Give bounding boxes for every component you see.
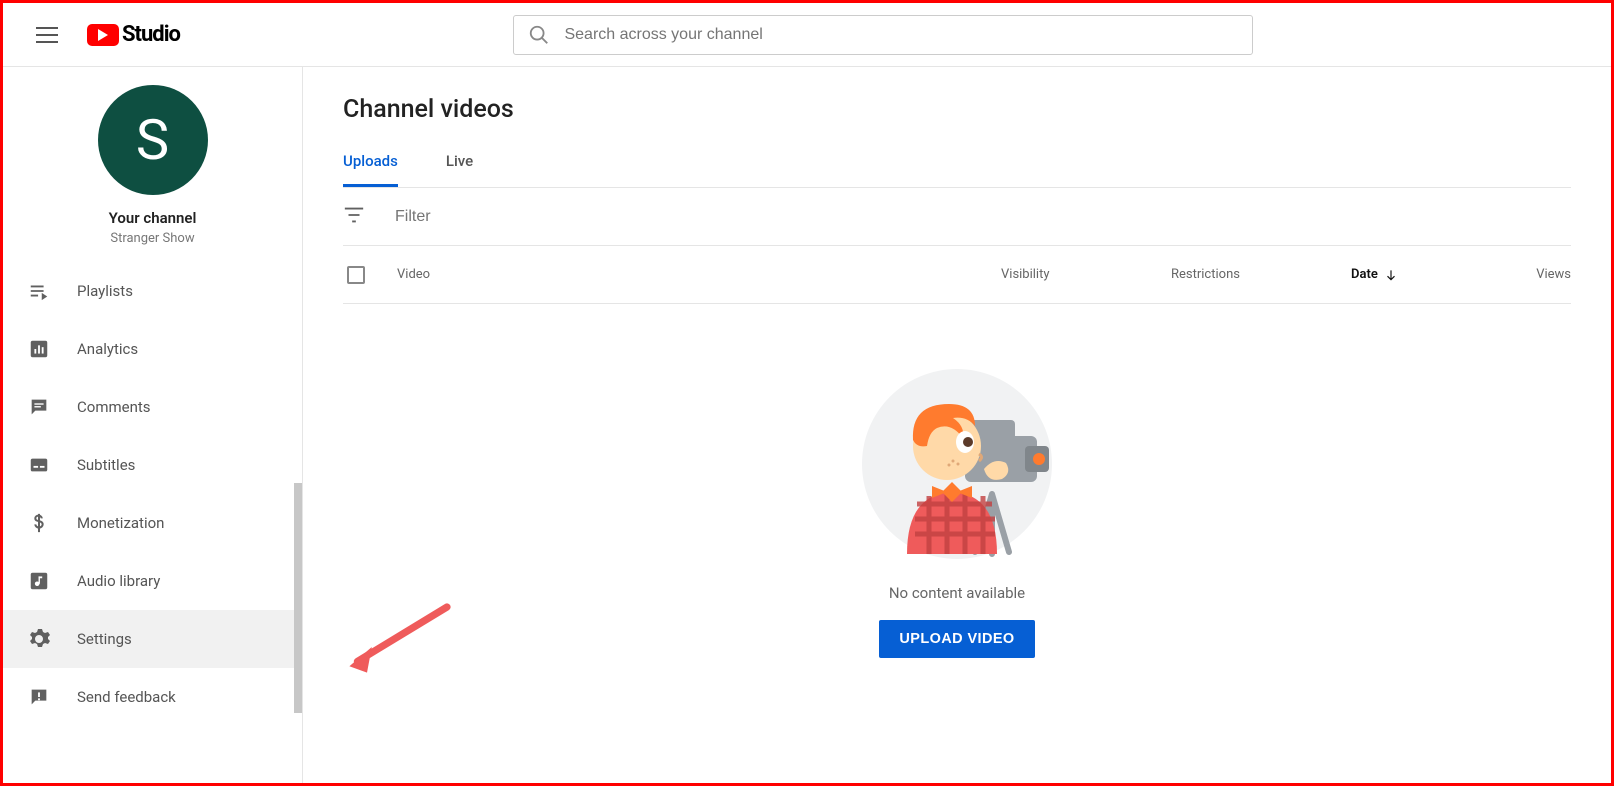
sidebar: S Your channel Stranger Show Playlists A… bbox=[3, 67, 303, 783]
table-header: Video Visibility Restrictions Date Views bbox=[343, 246, 1571, 304]
column-visibility[interactable]: Visibility bbox=[1001, 267, 1171, 282]
sidebar-item-label: Audio library bbox=[77, 572, 160, 590]
channel-avatar[interactable]: S bbox=[98, 85, 208, 195]
hamburger-menu-button[interactable] bbox=[27, 15, 67, 55]
empty-message: No content available bbox=[889, 584, 1025, 602]
sidebar-item-analytics[interactable]: Analytics bbox=[3, 320, 302, 378]
audio-library-icon bbox=[27, 569, 51, 593]
sidebar-item-label: Monetization bbox=[77, 514, 164, 532]
select-all-checkbox[interactable] bbox=[347, 266, 365, 284]
sidebar-item-label: Playlists bbox=[77, 282, 133, 300]
empty-state: No content available UPLOAD VIDEO bbox=[343, 304, 1571, 658]
header: Studio bbox=[3, 3, 1611, 67]
settings-icon bbox=[27, 627, 51, 651]
studio-logo[interactable]: Studio bbox=[87, 22, 180, 47]
sidebar-item-label: Subtitles bbox=[77, 456, 135, 474]
sidebar-scrollbar[interactable] bbox=[294, 483, 302, 713]
sidebar-item-label: Settings bbox=[77, 630, 132, 648]
sidebar-item-subtitles[interactable]: Subtitles bbox=[3, 436, 302, 494]
tab-uploads[interactable]: Uploads bbox=[343, 152, 398, 187]
analytics-icon bbox=[27, 337, 51, 361]
empty-illustration bbox=[857, 364, 1057, 564]
sidebar-item-playlists[interactable]: Playlists bbox=[3, 262, 302, 320]
sidebar-item-feedback[interactable]: Send feedback bbox=[3, 668, 302, 726]
page-title: Channel videos bbox=[343, 95, 1571, 124]
filter-icon[interactable] bbox=[343, 205, 365, 229]
monetization-icon bbox=[27, 511, 51, 535]
filter-input[interactable] bbox=[395, 208, 602, 226]
playlists-icon bbox=[27, 279, 51, 303]
column-date[interactable]: Date bbox=[1351, 267, 1511, 282]
tabs: Uploads Live bbox=[343, 152, 1571, 188]
upload-video-button[interactable]: UPLOAD VIDEO bbox=[879, 620, 1034, 658]
tab-live[interactable]: Live bbox=[446, 152, 473, 187]
sort-down-icon bbox=[1384, 268, 1398, 282]
sidebar-item-settings[interactable]: Settings bbox=[3, 610, 302, 668]
sidebar-item-label: Send feedback bbox=[77, 688, 176, 706]
main-content: Channel videos Uploads Live Video Visibi… bbox=[303, 67, 1611, 783]
sidebar-item-audio-library[interactable]: Audio library bbox=[3, 552, 302, 610]
channel-name: Stranger Show bbox=[3, 231, 302, 246]
sidebar-item-label: Comments bbox=[77, 398, 151, 416]
sidebar-item-label: Analytics bbox=[77, 340, 138, 358]
hamburger-icon bbox=[36, 27, 58, 43]
youtube-play-icon bbox=[87, 24, 119, 46]
subtitles-icon bbox=[27, 453, 51, 477]
filter-row bbox=[343, 188, 1571, 246]
search-icon bbox=[528, 24, 550, 46]
column-video[interactable]: Video bbox=[397, 267, 1001, 282]
search-input[interactable] bbox=[564, 26, 1238, 44]
column-views[interactable]: Views bbox=[1511, 267, 1571, 282]
comments-icon bbox=[27, 395, 51, 419]
studio-wordmark: Studio bbox=[122, 22, 180, 47]
column-restrictions[interactable]: Restrictions bbox=[1171, 267, 1351, 282]
your-channel-label: Your channel bbox=[3, 209, 302, 227]
sidebar-item-comments[interactable]: Comments bbox=[3, 378, 302, 436]
search-box[interactable] bbox=[513, 15, 1253, 55]
channel-block: S Your channel Stranger Show bbox=[3, 67, 302, 258]
sidebar-item-monetization[interactable]: Monetization bbox=[3, 494, 302, 552]
feedback-icon bbox=[27, 685, 51, 709]
